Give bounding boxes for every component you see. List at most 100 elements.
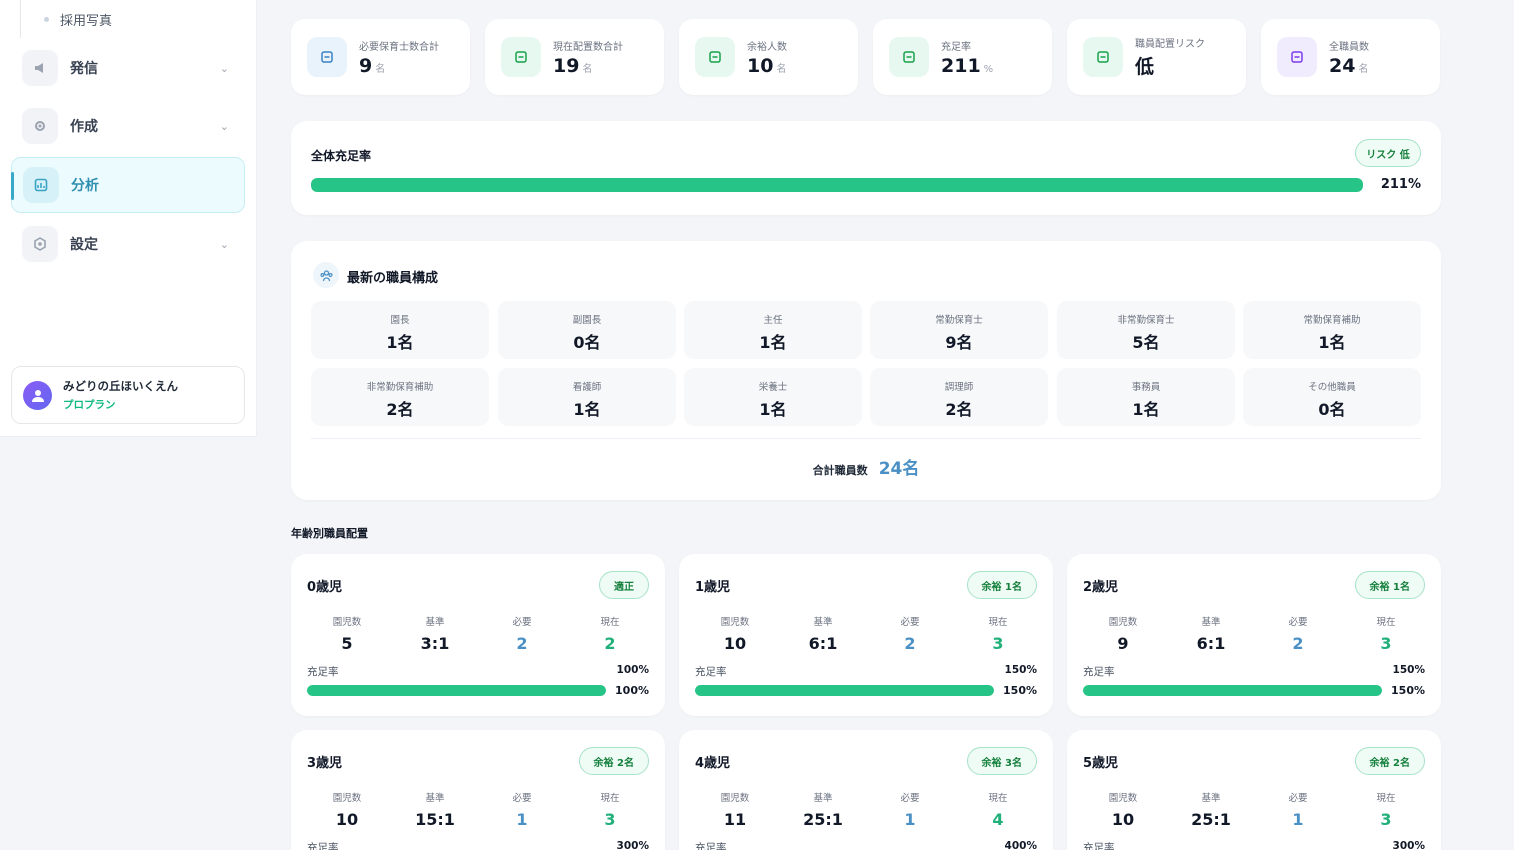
rate-progress-bar bbox=[1083, 685, 1382, 696]
user-card[interactable]: みどりの丘ほいくえん プロプラン bbox=[11, 366, 245, 424]
metric-current: 現在 3 bbox=[1346, 790, 1426, 829]
role-count: 9名 bbox=[945, 333, 973, 352]
role-label: 常勤保育補助 bbox=[1303, 315, 1361, 326]
stat-value: 10 名 bbox=[747, 55, 787, 77]
metric-children: 園児数 11 bbox=[695, 790, 775, 829]
age-card: 3歳児余裕 2名園児数10基準15:1必要1現在3充足率300%300% bbox=[291, 730, 665, 850]
metric-children: 園児数 10 bbox=[1083, 790, 1163, 829]
staff-composition-card: 最新の職員構成 園長 1名 副園長 0名 主任 1名 常勤保育士 9名 非常勤保育士 5名 常勤保育… bbox=[291, 241, 1441, 500]
rate-label: 充足率 bbox=[1083, 666, 1115, 678]
metric-required: 必要 1 bbox=[1258, 790, 1338, 829]
users-icon bbox=[1277, 37, 1317, 77]
role-count: 1名 bbox=[1318, 333, 1346, 352]
metric-label: 園児数 bbox=[332, 793, 362, 804]
metric-value: 11 bbox=[723, 810, 747, 829]
rate-value: 100% bbox=[616, 664, 649, 676]
metric-label: 園児数 bbox=[1108, 793, 1138, 804]
role-label: 主任 bbox=[763, 315, 783, 326]
age-title: 5歳児 bbox=[1083, 756, 1119, 771]
metric-required: 必要 2 bbox=[1258, 614, 1338, 653]
metric-label: 必要 bbox=[900, 617, 920, 628]
stat-number: 211 bbox=[941, 54, 981, 77]
age-card: 5歳児余裕 2名園児数10基準25:1必要1現在3充足率300%300% bbox=[1067, 730, 1441, 850]
metric-label: 基準 bbox=[1201, 793, 1221, 804]
shield-check-icon bbox=[1083, 37, 1123, 77]
role-cell: 非常勤保育士 5名 bbox=[1057, 301, 1235, 359]
sub-nav-line bbox=[20, 0, 21, 38]
metric-label: 基準 bbox=[1201, 617, 1221, 628]
role-count: 0名 bbox=[573, 333, 601, 352]
age-card: 2歳児 余裕 1名 園児数 9 基準 6:1 必要 2 現在 3 充足率 150% 150% bbox=[1067, 554, 1441, 716]
stat-label: 全職員数 bbox=[1329, 41, 1369, 53]
role-cell: 副園長 0名 bbox=[498, 301, 676, 359]
metric-current: 現在 3 bbox=[570, 790, 650, 829]
status-badge: 余裕 2名 bbox=[1354, 747, 1425, 775]
calculator-icon bbox=[307, 37, 347, 77]
total-value: 24名 bbox=[878, 459, 920, 479]
metric-label: 必要 bbox=[512, 617, 532, 628]
metric-value: 6:1 bbox=[808, 634, 838, 653]
role-label: 常勤保育士 bbox=[935, 315, 983, 326]
rate-value: 400% bbox=[1004, 840, 1037, 850]
metric-value: 2 bbox=[516, 634, 528, 653]
age-title: 0歳児 bbox=[307, 580, 343, 595]
metric-value: 5 bbox=[341, 634, 353, 653]
stat-number: 19 bbox=[553, 54, 580, 77]
role-count: 0名 bbox=[1318, 400, 1346, 419]
settings-icon bbox=[22, 226, 58, 262]
stat-card: 現在配置数合計 19 名 bbox=[485, 19, 664, 95]
metric-value: 2 bbox=[1292, 634, 1304, 653]
role-count: 2名 bbox=[945, 400, 973, 419]
role-count: 5名 bbox=[1132, 333, 1160, 352]
sidebar-item-settings[interactable]: 設定 ⌄ bbox=[11, 216, 245, 272]
age-section-title: 年齢別職員配置 bbox=[291, 527, 368, 540]
stat-value: 24 名 bbox=[1329, 55, 1369, 77]
sidebar-item-broadcast[interactable]: 発信 ⌄ bbox=[11, 40, 245, 96]
sidebar-item-label: 発信 bbox=[70, 61, 98, 77]
stat-value: 低 bbox=[1135, 52, 1205, 79]
role-label: 調理師 bbox=[944, 382, 974, 393]
stat-label: 職員配置リスク bbox=[1135, 39, 1205, 50]
metric-value: 10 bbox=[723, 634, 747, 653]
stat-card: 必要保育士数合計 9 名 bbox=[291, 19, 470, 95]
metric-current: 現在 3 bbox=[1346, 614, 1426, 653]
age-card: 0歳児 適正 園児数 5 基準 3:1 必要 2 現在 2 充足率 100% 100% bbox=[291, 554, 665, 716]
metric-label: 必要 bbox=[512, 793, 532, 804]
chevron-down-icon: ⌄ bbox=[219, 61, 229, 75]
status-badge: 余裕 3名 bbox=[966, 747, 1037, 775]
stat-label: 現在配置数合計 bbox=[553, 41, 623, 53]
role-cell: 栄養士 1名 bbox=[684, 368, 862, 426]
stat-unit: 名 bbox=[582, 63, 593, 75]
metric-value: 3 bbox=[1380, 634, 1392, 653]
rate-label: 充足率 bbox=[695, 842, 727, 850]
role-count: 1名 bbox=[759, 400, 787, 419]
stat-card: 全職員数 24 名 bbox=[1261, 19, 1440, 95]
metric-value: 6:1 bbox=[1196, 634, 1226, 653]
rate-label: 充足率 bbox=[307, 842, 339, 850]
metric-value: 3 bbox=[1380, 810, 1392, 829]
sidebar-item-create[interactable]: 作成 ⌄ bbox=[11, 98, 245, 154]
metric-ratio: 基準 25:1 bbox=[1171, 790, 1251, 829]
people-icon bbox=[313, 262, 339, 288]
metric-label: 必要 bbox=[1288, 793, 1308, 804]
metric-value: 3 bbox=[992, 634, 1004, 653]
sidebar-item-analysis[interactable]: 分析 bbox=[11, 157, 245, 213]
status-badge: 余裕 2名 bbox=[578, 747, 649, 775]
rate-value-bar: 150% bbox=[1391, 684, 1425, 697]
staff-title: 最新の職員構成 bbox=[347, 271, 439, 286]
metric-current: 現在 4 bbox=[958, 790, 1038, 829]
sidebar-item-label: 設定 bbox=[70, 237, 98, 253]
stat-card: 充足率 211% bbox=[873, 19, 1052, 95]
age-title: 1歳児 bbox=[695, 580, 731, 595]
metric-value: 3:1 bbox=[420, 634, 450, 653]
overall-progress-bar bbox=[311, 178, 1363, 192]
megaphone-icon bbox=[22, 50, 58, 86]
double-check-icon bbox=[695, 37, 735, 77]
metric-label: 現在 bbox=[600, 617, 620, 628]
sidebar: 採用写真 発信 ⌄ 作成 ⌄ 分析 設定 ⌄ みどりの丘ほいくえん プロプラン bbox=[0, 0, 257, 437]
metric-label: 現在 bbox=[1376, 617, 1396, 628]
metric-required: 必要 1 bbox=[482, 790, 562, 829]
rate-value: 300% bbox=[1392, 840, 1425, 850]
sidebar-subitem-photos[interactable]: 採用写真 bbox=[44, 10, 112, 29]
overall-rate-card: 全体充足率 リスク 低 211% bbox=[291, 121, 1441, 215]
